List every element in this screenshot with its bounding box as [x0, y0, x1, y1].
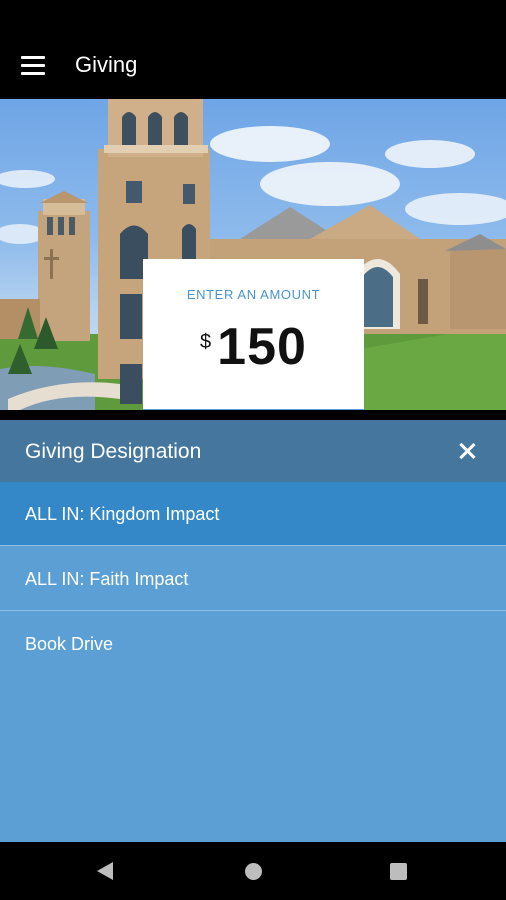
- designation-option-kingdom-impact[interactable]: ALL IN: Kingdom Impact: [0, 482, 506, 546]
- page-title: Giving: [75, 52, 138, 77]
- option-label: Book Drive: [25, 634, 114, 654]
- hamburger-menu-icon[interactable]: [21, 56, 45, 75]
- nav-recents-icon[interactable]: [390, 863, 407, 880]
- option-label: ALL IN: Faith Impact: [25, 569, 189, 589]
- designation-option-faith-impact[interactable]: ALL IN: Faith Impact: [0, 547, 506, 611]
- divider: [0, 410, 506, 420]
- amount-value: 150: [217, 318, 307, 376]
- designation-option-book-drive[interactable]: Book Drive: [0, 612, 506, 676]
- system-nav-bar: [0, 842, 506, 900]
- option-label: ALL IN: Kingdom Impact: [25, 504, 220, 524]
- nav-home-icon[interactable]: [245, 863, 262, 880]
- currency-symbol: $: [200, 331, 212, 353]
- panel-header: Giving Designation: [0, 420, 506, 482]
- amount-label: ENTER AN AMOUNT: [186, 287, 321, 302]
- amount-input[interactable]: $150: [143, 317, 364, 377]
- amount-card[interactable]: ENTER AN AMOUNT $150: [143, 259, 364, 420]
- app-bar: Giving: [0, 0, 506, 99]
- giving-designation-panel: Giving Designation ALL IN: Kingdom Impac…: [0, 420, 506, 842]
- close-icon[interactable]: [451, 435, 483, 467]
- nav-back-icon[interactable]: [97, 862, 113, 880]
- panel-title: Giving Designation: [25, 440, 202, 463]
